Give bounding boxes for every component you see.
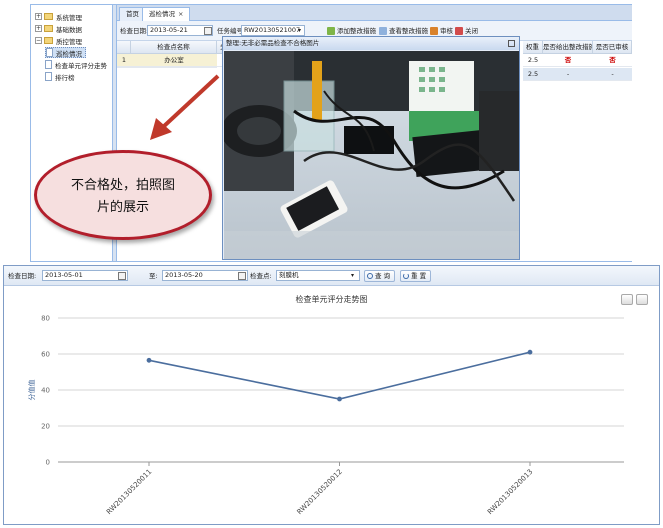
photo-image xyxy=(224,51,519,259)
collapse-icon[interactable]: − xyxy=(35,37,42,44)
series-line xyxy=(148,351,531,400)
task-select[interactable]: RW20130521007 xyxy=(241,25,305,36)
sidebar-item-ranking[interactable]: 排行榜 xyxy=(45,71,75,82)
x-tick-label: RW20130520012 xyxy=(295,468,343,516)
calendar-icon[interactable] xyxy=(204,27,212,35)
expand-icon[interactable]: + xyxy=(35,13,42,20)
tab-inspection[interactable]: 巡检情况 × xyxy=(142,7,191,21)
folder-icon xyxy=(44,13,53,20)
date-label: 检查日期: xyxy=(120,27,149,35)
sidebar-item-quality[interactable]: − 质控管理 xyxy=(35,35,82,46)
close-icon xyxy=(455,27,463,35)
row-number: 1 xyxy=(117,54,131,67)
popup-title: 整理:无非必需品检查不合格图片 xyxy=(223,37,519,50)
maximize-icon[interactable] xyxy=(508,40,515,47)
cell-weight: 2.5 xyxy=(523,68,543,81)
cell-name: 办公室 xyxy=(131,54,217,67)
chart-panel: 检查日期: 2013-05-01 至: 2013-05-20 检查点: 刻膜机 … xyxy=(3,265,660,525)
sidebar-item-label: 质控管理 xyxy=(56,37,82,46)
cell-audited: 否 xyxy=(593,54,632,67)
data-point xyxy=(527,349,533,355)
sidebar-item-label: 基础数据 xyxy=(56,25,82,34)
annotation-bubble: 不合格处，拍照图 片的展示 xyxy=(34,150,212,240)
photo-popup: 整理:无非必需品检查不合格图片 xyxy=(222,36,520,260)
column-header[interactable]: 是否已审核 xyxy=(593,41,632,54)
x-tick-label: RW20130520013 xyxy=(486,468,534,516)
inspection-photo xyxy=(224,51,519,259)
document-icon xyxy=(45,72,52,81)
expand-icon[interactable]: + xyxy=(35,25,42,32)
annotation-text: 不合格处，拍照图 片的展示 xyxy=(70,178,175,215)
column-header[interactable]: 权重 xyxy=(523,41,543,54)
sidebar-item-basic-data[interactable]: + 基础数据 xyxy=(35,23,82,34)
cell-audited: - xyxy=(593,68,632,81)
document-icon xyxy=(45,60,52,69)
tab-bar: 首页 巡检情况 × xyxy=(117,5,632,21)
sidebar-item-label: 巡检情况 xyxy=(56,49,82,58)
row-number-header xyxy=(117,41,131,54)
data-point xyxy=(146,357,152,363)
cell-measure: - xyxy=(543,68,593,81)
sidebar-item-label: 检查单元评分走势 xyxy=(55,61,107,70)
sidebar-item-score-trend[interactable]: 检查单元评分走势 xyxy=(45,59,107,70)
y-tick-label: 80 xyxy=(41,315,50,323)
sidebar-item-label: 排行榜 xyxy=(55,73,75,82)
document-icon xyxy=(46,48,53,57)
sidebar-item-system[interactable]: + 系统管理 xyxy=(35,11,82,22)
column-header[interactable]: 检查点名称 xyxy=(131,41,217,54)
sidebar-item-inspection[interactable]: 巡检情况 xyxy=(45,47,86,58)
y-axis-label: 分值值 xyxy=(27,380,36,401)
close-icon[interactable]: × xyxy=(178,10,183,18)
folder-icon xyxy=(44,25,53,32)
y-tick-label: 0 xyxy=(46,459,50,467)
add-icon xyxy=(327,27,335,35)
cell-measure: 否 xyxy=(543,54,593,67)
sidebar-item-label: 系统管理 xyxy=(56,13,82,22)
line-chart: 0 20 40 60 80 分值值 RW20130520011 RW20130520012 RW… xyxy=(27,315,624,516)
x-tick-label: RW20130520011 xyxy=(105,468,153,516)
audit-icon xyxy=(430,27,438,35)
y-tick-label: 60 xyxy=(41,351,50,359)
arrow-annotation xyxy=(150,74,220,140)
view-icon xyxy=(379,27,387,35)
chevron-down-icon[interactable]: ▾ xyxy=(298,26,301,36)
data-point xyxy=(337,396,342,402)
folder-open-icon xyxy=(44,37,53,44)
column-header[interactable]: 是否给出整改措施 xyxy=(543,41,593,54)
y-tick-label: 40 xyxy=(41,387,50,395)
cell-weight: 2.5 xyxy=(523,54,543,67)
y-tick-label: 20 xyxy=(41,423,50,431)
